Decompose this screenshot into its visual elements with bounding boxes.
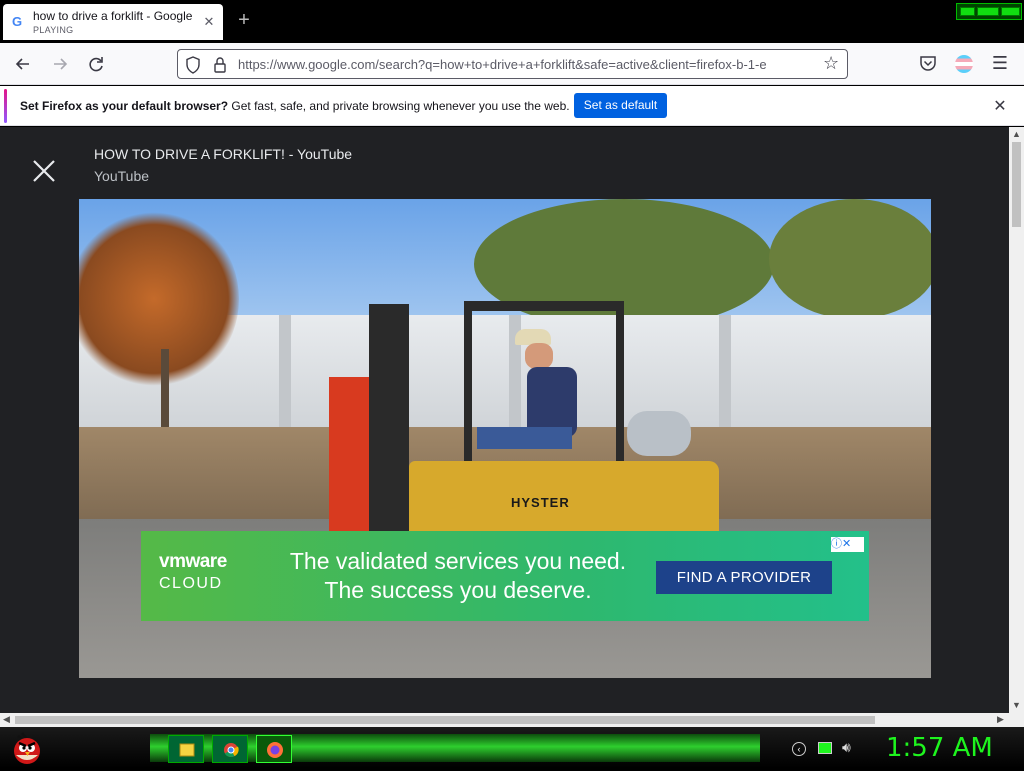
tracking-shield-icon[interactable] (185, 56, 201, 74)
driver-head (525, 343, 553, 369)
forklift-pillar (464, 301, 472, 466)
back-arrow-icon[interactable] (12, 53, 34, 75)
url-text[interactable]: https://www.google.com/search?q=how+to+d… (238, 57, 818, 72)
system-tray: ‹ 🔊︎ (790, 738, 870, 760)
vmware-ad-banner[interactable]: vmware CLOUD The validated services you … (141, 531, 869, 621)
tab-playing-status: PLAYING (33, 25, 74, 35)
forward-arrow-icon[interactable] (49, 53, 71, 75)
ad-headline-1: The validated services you need. (289, 548, 627, 574)
video-title[interactable]: HOW TO DRIVE A FORKLIFT! - YouTube (94, 146, 352, 162)
forklift-brand-text: HYSTER (511, 495, 570, 510)
window-controls[interactable] (956, 3, 1022, 20)
volume-icon[interactable]: 🔊︎ (842, 739, 851, 756)
horizontal-scroll-thumb[interactable] (15, 716, 875, 724)
scroll-up-arrow-icon[interactable]: ▲ (1012, 129, 1021, 139)
minimize-button[interactable] (960, 7, 975, 16)
maximize-button[interactable] (977, 7, 999, 16)
lock-icon[interactable] (213, 56, 227, 74)
taskbar-clock[interactable]: 1:57 AM (886, 733, 993, 763)
vmware-cloud-logo: CLOUD (159, 575, 223, 592)
tab-title: how to drive a forklift - Google (33, 9, 193, 23)
navigation-toolbar: https://www.google.com/search?q=how+to+d… (0, 43, 1024, 85)
video-scene-wall-post (279, 315, 291, 433)
forklift-pillar (616, 301, 624, 471)
hamburger-menu-icon[interactable]: ☰ (990, 53, 1010, 73)
video-player[interactable]: HYSTER vmware CLOUD The validated servic… (79, 199, 931, 678)
notification-accent (4, 89, 7, 123)
star-icon[interactable]: ☆ (823, 53, 839, 74)
forklift-forks (329, 377, 369, 532)
new-tab-button[interactable]: + (234, 10, 254, 30)
propane-tank (627, 411, 691, 456)
find-a-provider-button[interactable]: FIND A PROVIDER (656, 561, 832, 594)
vmware-logo: vmware (159, 551, 227, 572)
close-icon[interactable]: ✕ (990, 96, 1010, 116)
firefox-taskbar-button[interactable] (256, 735, 292, 763)
driver-legs (477, 427, 572, 449)
set-as-default-button[interactable]: Set as default (574, 93, 667, 118)
browser-tab[interactable]: G how to drive a forklift - Google PLAYI… (3, 4, 223, 40)
close-window-button[interactable] (1001, 7, 1020, 16)
chrome-taskbar-button[interactable] (212, 735, 248, 763)
vertical-scrollbar[interactable]: ▲ ▼ (1009, 127, 1024, 713)
scroll-down-arrow-icon[interactable]: ▼ (1012, 700, 1021, 710)
pocket-icon[interactable] (918, 53, 938, 73)
vertical-scroll-thumb[interactable] (1012, 142, 1021, 227)
tab-close-icon[interactable]: ✕ (201, 14, 217, 30)
notification-message: Set Firefox as your default browser? Get… (20, 99, 570, 113)
google-favicon-icon: G (12, 14, 23, 29)
start-menu-angry-bird-icon[interactable] (10, 730, 44, 766)
horizontal-scrollbar[interactable]: ◀ ▶ (0, 713, 1024, 727)
account-icon[interactable] (955, 55, 973, 73)
file-explorer-taskbar-button[interactable] (168, 735, 204, 763)
forklift-mast (369, 304, 409, 534)
network-icon[interactable] (818, 742, 832, 754)
scroll-left-arrow-icon[interactable]: ◀ (3, 714, 10, 725)
url-bar[interactable]: https://www.google.com/search?q=how+to+d… (177, 49, 848, 79)
scroll-right-arrow-icon[interactable]: ▶ (997, 714, 1004, 725)
video-scene-tree (769, 199, 931, 319)
video-scene-tree-trunk (161, 349, 169, 439)
video-source: YouTube (94, 168, 150, 184)
close-viewer-icon[interactable] (30, 157, 58, 185)
tray-arrow-icon[interactable]: ‹ (792, 742, 806, 756)
video-scene-wall-post (719, 315, 731, 433)
forklift-roof (464, 301, 624, 311)
reload-icon[interactable] (85, 53, 107, 75)
default-browser-notification: Set Firefox as your default browser? Get… (0, 86, 1024, 126)
ad-headline-2: The success you deserve. (324, 577, 592, 603)
adchoices-close-icon[interactable]: ⓘ✕ (831, 537, 864, 552)
